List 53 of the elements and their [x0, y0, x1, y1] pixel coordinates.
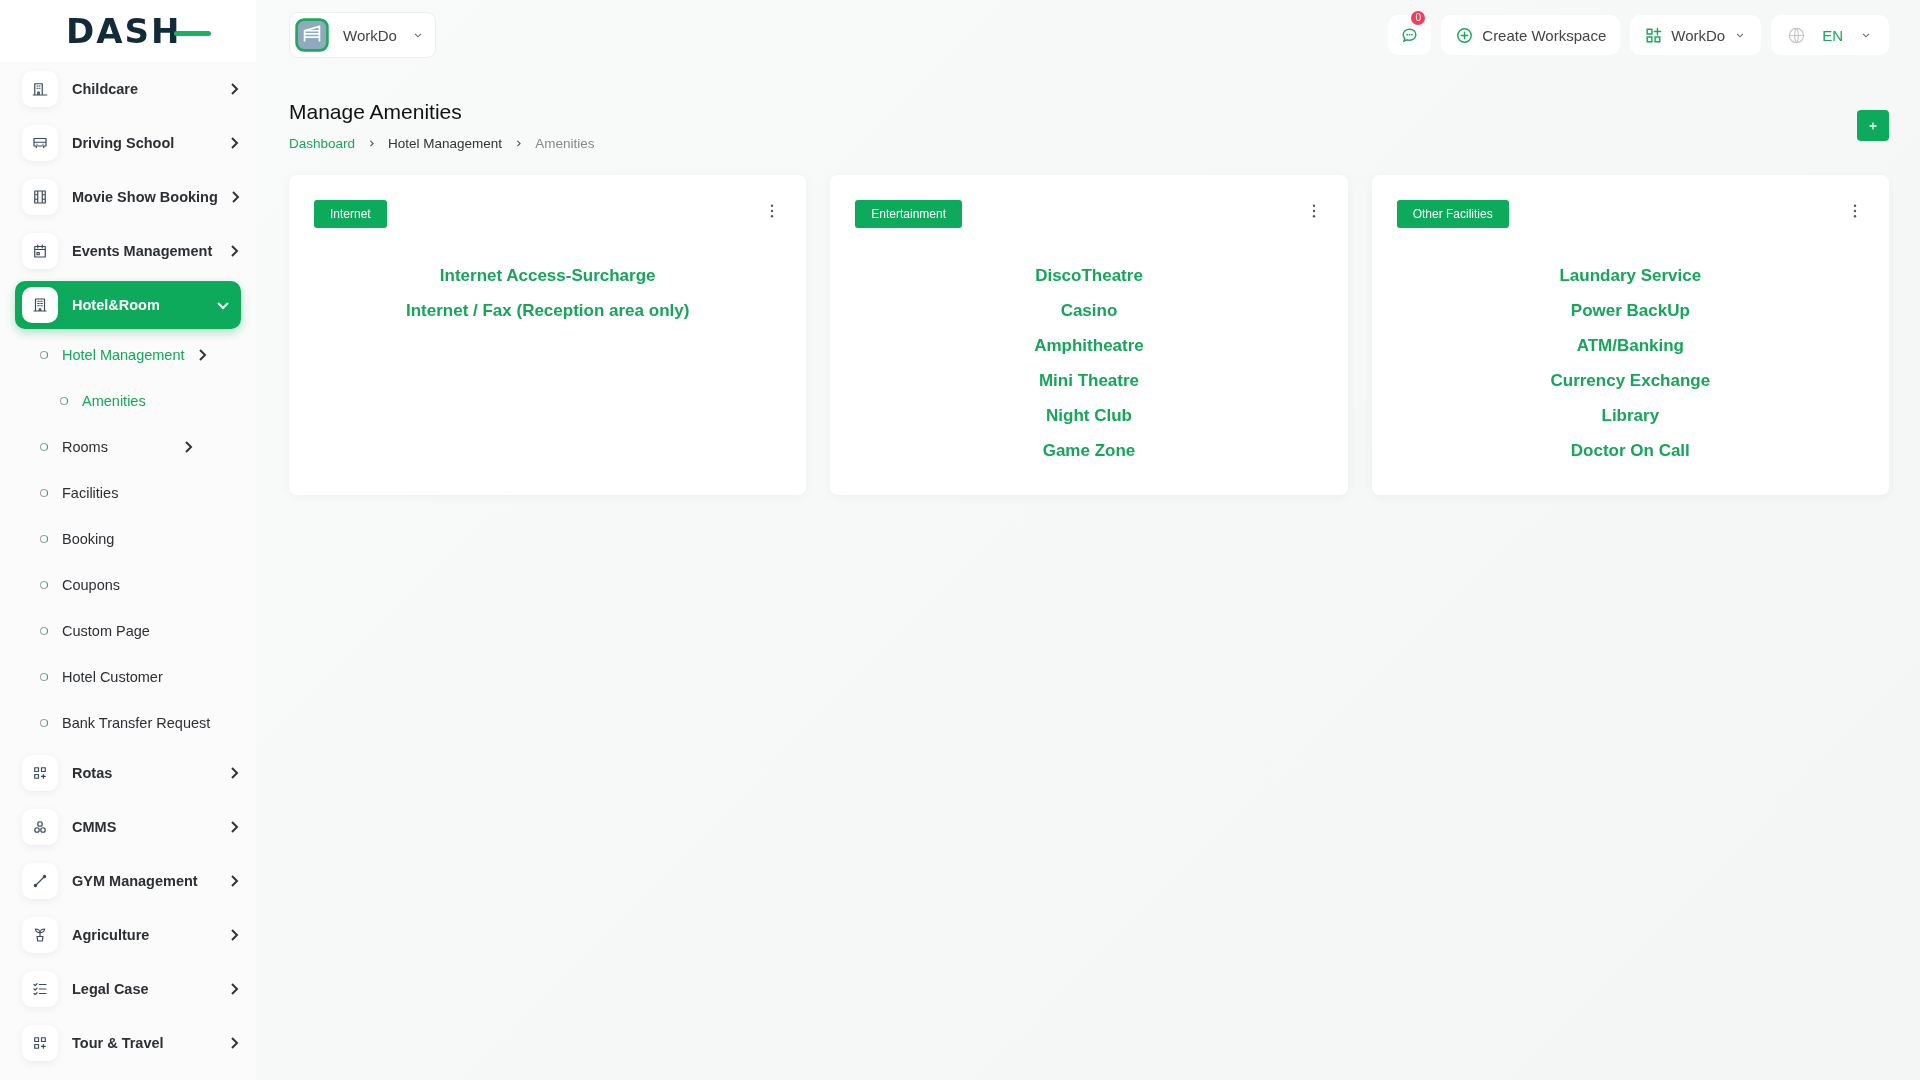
building-icon: [31, 80, 49, 98]
submenu-item[interactable]: Custom Page: [0, 608, 256, 654]
submenu-item[interactable]: Rooms: [0, 424, 256, 470]
line-icon: [31, 872, 49, 890]
sidebar-item[interactable]: Rotas: [0, 746, 256, 800]
notification-badge: 0: [1411, 11, 1426, 25]
checklist-icon: [31, 980, 49, 998]
amenity-name: Power BackUp: [1570, 301, 1690, 321]
grid-plus-icon: [31, 764, 49, 782]
amenity-name: Currency Exchange: [1550, 371, 1711, 391]
sidebar-item[interactable]: Driving School: [0, 116, 256, 170]
sidebar-item[interactable]: CMMS: [0, 800, 256, 854]
film-icon: [31, 188, 49, 206]
category-tag: Other Facilities: [1396, 200, 1509, 228]
page-title: Manage Amenities: [289, 100, 463, 124]
category-tag: Entertainment: [855, 200, 963, 228]
sidebar-item[interactable]: Agriculture: [0, 908, 256, 962]
amenity-name: Night Club: [1046, 406, 1132, 426]
sidebar-item[interactable]: GYM Management: [0, 854, 256, 908]
sidebar-item[interactable]: Tour & Travel: [0, 1016, 256, 1070]
submenu-item[interactable]: Coupons: [0, 562, 256, 608]
breadcrumb-link[interactable]: Hotel Management: [388, 136, 503, 151]
amenity-name: Internet / Fax (Reception area only): [405, 301, 690, 321]
grid-plus-icon: [31, 1034, 49, 1052]
sidebar-item[interactable]: Childcare: [0, 62, 256, 116]
sidebar-item[interactable]: Events Management: [0, 224, 256, 278]
building-icon: [295, 18, 329, 52]
amenity-name: Laundary Service: [1559, 266, 1702, 286]
submenu-item[interactable]: Hotel Customer: [0, 654, 256, 700]
grid-plus-icon: [1644, 25, 1664, 45]
amenity-name: Casino: [1060, 301, 1118, 321]
submenu-item[interactable]: Bank Transfer Request: [0, 700, 256, 746]
amenity-name: Library: [1601, 406, 1660, 426]
create-workspace-button[interactable]: Create Workspace: [1441, 15, 1621, 55]
workspace-menu[interactable]: WorkDo: [1630, 15, 1762, 55]
amenity-name: DiscoTheatre: [1035, 266, 1143, 286]
amenity-name: Internet Access-Surcharge: [439, 266, 656, 286]
globe-icon: [1787, 25, 1807, 45]
submenu-item[interactable]: Facilities: [0, 470, 256, 516]
amenity-name: ATM/Banking: [1576, 336, 1684, 356]
sidebar-item[interactable]: Movie Show Booking: [0, 170, 256, 224]
sidebar-item[interactable]: Legal Case: [0, 962, 256, 1016]
circles-icon: [31, 818, 49, 836]
submenu-item[interactable]: Booking: [0, 516, 256, 562]
category-tag: Internet: [314, 200, 387, 228]
calendar-icon: [31, 242, 49, 260]
amenity-name: Doctor On Call: [1570, 441, 1690, 461]
building-icon: [31, 296, 49, 314]
workspace-selector[interactable]: WorkDo: [289, 12, 436, 58]
amenity-name: Amphitheatre: [1034, 336, 1144, 356]
amenity-name: Game Zone: [1042, 441, 1136, 461]
plus-circle-icon: [1455, 25, 1475, 45]
amenity-name: Mini Theatre: [1038, 371, 1140, 391]
